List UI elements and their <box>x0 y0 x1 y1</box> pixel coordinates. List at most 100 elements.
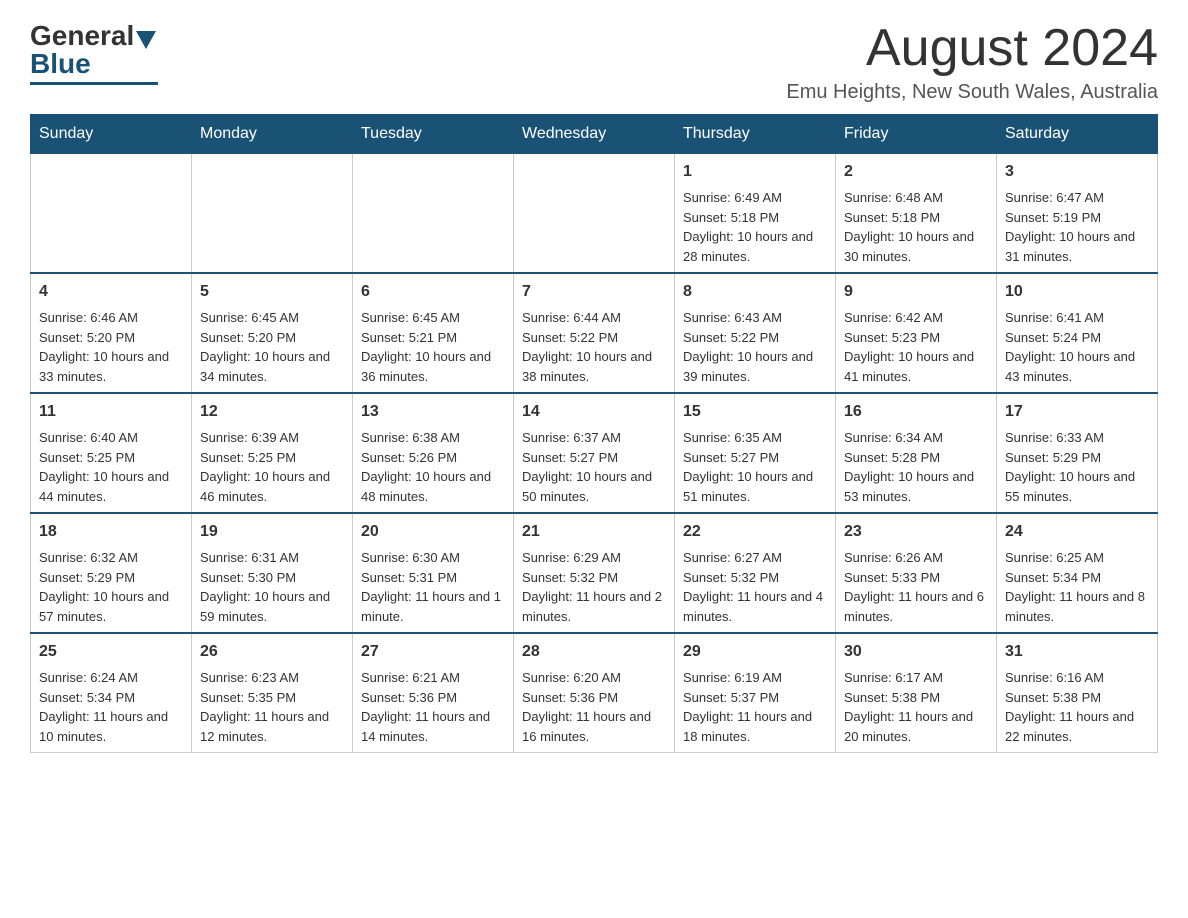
day-info: Sunrise: 6:48 AM Sunset: 5:18 PM Dayligh… <box>844 188 988 266</box>
day-info: Sunrise: 6:25 AM Sunset: 5:34 PM Dayligh… <box>1005 548 1149 626</box>
day-number: 25 <box>39 640 183 664</box>
day-number: 12 <box>200 400 344 424</box>
day-info: Sunrise: 6:38 AM Sunset: 5:26 PM Dayligh… <box>361 428 505 506</box>
day-number: 7 <box>522 280 666 304</box>
day-info: Sunrise: 6:49 AM Sunset: 5:18 PM Dayligh… <box>683 188 827 266</box>
day-info: Sunrise: 6:39 AM Sunset: 5:25 PM Dayligh… <box>200 428 344 506</box>
month-title: August 2024 <box>786 20 1158 77</box>
day-info: Sunrise: 6:30 AM Sunset: 5:31 PM Dayligh… <box>361 548 505 626</box>
day-info: Sunrise: 6:34 AM Sunset: 5:28 PM Dayligh… <box>844 428 988 506</box>
calendar-week-row: 25 Sunrise: 6:24 AM Sunset: 5:34 PM Dayli… <box>31 633 1158 753</box>
calendar-cell <box>192 154 353 274</box>
calendar-cell: 31 Sunrise: 6:16 AM Sunset: 5:38 PM Dayli… <box>997 633 1158 753</box>
day-info: Sunrise: 6:45 AM Sunset: 5:21 PM Dayligh… <box>361 308 505 386</box>
day-number: 1 <box>683 160 827 184</box>
day-header-wednesday: Wednesday <box>514 115 675 154</box>
day-number: 31 <box>1005 640 1149 664</box>
calendar-cell: 17 Sunrise: 6:33 AM Sunset: 5:29 PM Dayli… <box>997 393 1158 513</box>
day-info: Sunrise: 6:41 AM Sunset: 5:24 PM Dayligh… <box>1005 308 1149 386</box>
day-number: 24 <box>1005 520 1149 544</box>
day-header-sunday: Sunday <box>31 115 192 154</box>
day-info: Sunrise: 6:31 AM Sunset: 5:30 PM Dayligh… <box>200 548 344 626</box>
day-info: Sunrise: 6:46 AM Sunset: 5:20 PM Dayligh… <box>39 308 183 386</box>
day-header-friday: Friday <box>836 115 997 154</box>
day-number: 23 <box>844 520 988 544</box>
day-number: 15 <box>683 400 827 424</box>
day-info: Sunrise: 6:37 AM Sunset: 5:27 PM Dayligh… <box>522 428 666 506</box>
day-info: Sunrise: 6:42 AM Sunset: 5:23 PM Dayligh… <box>844 308 988 386</box>
calendar-week-row: 11 Sunrise: 6:40 AM Sunset: 5:25 PM Dayli… <box>31 393 1158 513</box>
day-info: Sunrise: 6:29 AM Sunset: 5:32 PM Dayligh… <box>522 548 666 626</box>
calendar-cell: 22Sunrise: 6:27 AM Sunset: 5:32 PM Dayli… <box>675 513 836 633</box>
day-number: 30 <box>844 640 988 664</box>
calendar-cell: 10 Sunrise: 6:41 AM Sunset: 5:24 PM Dayli… <box>997 273 1158 393</box>
day-number: 28 <box>522 640 666 664</box>
day-number: 27 <box>361 640 505 664</box>
day-number: 26 <box>200 640 344 664</box>
calendar-week-row: 4 Sunrise: 6:46 AM Sunset: 5:20 PM Daylig… <box>31 273 1158 393</box>
calendar-cell: 1 Sunrise: 6:49 AM Sunset: 5:18 PM Daylig… <box>675 154 836 274</box>
calendar-cell: 15 Sunrise: 6:35 AM Sunset: 5:27 PM Dayli… <box>675 393 836 513</box>
calendar-cell: 8 Sunrise: 6:43 AM Sunset: 5:22 PM Daylig… <box>675 273 836 393</box>
day-info: Sunrise: 6:16 AM Sunset: 5:38 PM Dayligh… <box>1005 668 1149 746</box>
day-number: 11 <box>39 400 183 424</box>
calendar-cell: 9 Sunrise: 6:42 AM Sunset: 5:23 PM Daylig… <box>836 273 997 393</box>
header: General Blue August 2024 Emu Heights, Ne… <box>30 20 1158 104</box>
day-info: Sunrise: 6:20 AM Sunset: 5:36 PM Dayligh… <box>522 668 666 746</box>
calendar-cell: 12 Sunrise: 6:39 AM Sunset: 5:25 PM Dayli… <box>192 393 353 513</box>
day-info: Sunrise: 6:21 AM Sunset: 5:36 PM Dayligh… <box>361 668 505 746</box>
day-number: 9 <box>844 280 988 304</box>
calendar-header-row: SundayMondayTuesdayWednesdayThursdayFrid… <box>31 115 1158 154</box>
calendar-week-row: 1 Sunrise: 6:49 AM Sunset: 5:18 PM Daylig… <box>31 154 1158 274</box>
calendar-cell: 19 Sunrise: 6:31 AM Sunset: 5:30 PM Dayli… <box>192 513 353 633</box>
calendar-cell: 26 Sunrise: 6:23 AM Sunset: 5:35 PM Dayli… <box>192 633 353 753</box>
day-number: 6 <box>361 280 505 304</box>
day-info: Sunrise: 6:17 AM Sunset: 5:38 PM Dayligh… <box>844 668 988 746</box>
calendar-cell: 16 Sunrise: 6:34 AM Sunset: 5:28 PM Dayli… <box>836 393 997 513</box>
calendar-cell: 29Sunrise: 6:19 AM Sunset: 5:37 PM Dayli… <box>675 633 836 753</box>
calendar-cell <box>514 154 675 274</box>
calendar-cell: 28 Sunrise: 6:20 AM Sunset: 5:36 PM Dayli… <box>514 633 675 753</box>
day-header-monday: Monday <box>192 115 353 154</box>
day-number: 17 <box>1005 400 1149 424</box>
calendar-cell: 18Sunrise: 6:32 AM Sunset: 5:29 PM Dayli… <box>31 513 192 633</box>
day-header-thursday: Thursday <box>675 115 836 154</box>
calendar-cell: 6 Sunrise: 6:45 AM Sunset: 5:21 PM Daylig… <box>353 273 514 393</box>
day-header-tuesday: Tuesday <box>353 115 514 154</box>
day-number: 4 <box>39 280 183 304</box>
calendar-cell: 4 Sunrise: 6:46 AM Sunset: 5:20 PM Daylig… <box>31 273 192 393</box>
day-number: 5 <box>200 280 344 304</box>
calendar-cell: 5Sunrise: 6:45 AM Sunset: 5:20 PM Daylig… <box>192 273 353 393</box>
calendar-table: SundayMondayTuesdayWednesdayThursdayFrid… <box>30 114 1158 753</box>
calendar-cell: 14Sunrise: 6:37 AM Sunset: 5:27 PM Dayli… <box>514 393 675 513</box>
logo-triangle-icon <box>136 31 156 49</box>
day-info: Sunrise: 6:43 AM Sunset: 5:22 PM Dayligh… <box>683 308 827 386</box>
day-info: Sunrise: 6:35 AM Sunset: 5:27 PM Dayligh… <box>683 428 827 506</box>
day-number: 20 <box>361 520 505 544</box>
day-number: 21 <box>522 520 666 544</box>
day-number: 10 <box>1005 280 1149 304</box>
location-subtitle: Emu Heights, New South Wales, Australia <box>786 81 1158 104</box>
day-header-saturday: Saturday <box>997 115 1158 154</box>
day-info: Sunrise: 6:24 AM Sunset: 5:34 PM Dayligh… <box>39 668 183 746</box>
day-info: Sunrise: 6:40 AM Sunset: 5:25 PM Dayligh… <box>39 428 183 506</box>
day-number: 29 <box>683 640 827 664</box>
logo-blue-text: Blue <box>30 48 91 80</box>
calendar-cell: 27 Sunrise: 6:21 AM Sunset: 5:36 PM Dayli… <box>353 633 514 753</box>
day-info: Sunrise: 6:33 AM Sunset: 5:29 PM Dayligh… <box>1005 428 1149 506</box>
logo: General Blue <box>30 20 158 85</box>
title-area: August 2024 Emu Heights, New South Wales… <box>786 20 1158 104</box>
calendar-cell: 3Sunrise: 6:47 AM Sunset: 5:19 PM Daylig… <box>997 154 1158 274</box>
day-info: Sunrise: 6:23 AM Sunset: 5:35 PM Dayligh… <box>200 668 344 746</box>
day-number: 19 <box>200 520 344 544</box>
calendar-cell: 23Sunrise: 6:26 AM Sunset: 5:33 PM Dayli… <box>836 513 997 633</box>
calendar-cell: 21 Sunrise: 6:29 AM Sunset: 5:32 PM Dayli… <box>514 513 675 633</box>
calendar-cell: 30 Sunrise: 6:17 AM Sunset: 5:38 PM Dayli… <box>836 633 997 753</box>
calendar-cell: 25 Sunrise: 6:24 AM Sunset: 5:34 PM Dayli… <box>31 633 192 753</box>
day-number: 16 <box>844 400 988 424</box>
calendar-week-row: 18Sunrise: 6:32 AM Sunset: 5:29 PM Dayli… <box>31 513 1158 633</box>
day-number: 8 <box>683 280 827 304</box>
day-number: 18 <box>39 520 183 544</box>
calendar-cell <box>353 154 514 274</box>
day-info: Sunrise: 6:44 AM Sunset: 5:22 PM Dayligh… <box>522 308 666 386</box>
